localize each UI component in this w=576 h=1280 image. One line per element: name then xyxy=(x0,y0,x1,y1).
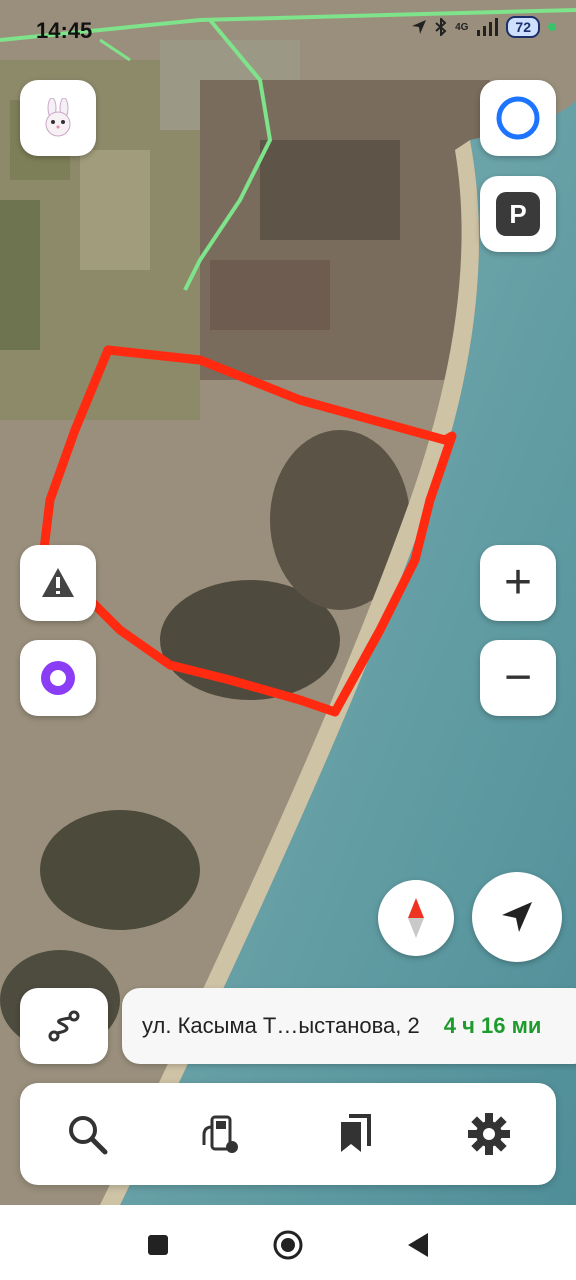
minus-icon: − xyxy=(503,651,533,704)
destination-panel[interactable]: ул. Касыма Т…ыстанова, 2 4 ч 16 ми xyxy=(122,988,576,1064)
road-events-button[interactable] xyxy=(20,545,96,621)
bluetooth-icon xyxy=(435,18,447,36)
assistant-button[interactable] xyxy=(480,80,556,156)
zoom-in-button[interactable]: + xyxy=(480,545,556,621)
battery-indicator: 72 xyxy=(506,16,540,38)
privacy-dot xyxy=(548,23,556,31)
route-button[interactable] xyxy=(20,988,108,1064)
destination-address: ул. Касыма Т…ыстанова, 2 xyxy=(142,1013,420,1038)
status-bar: 14:45 4G 72 xyxy=(0,0,576,62)
settings-icon xyxy=(468,1113,510,1155)
settings-button[interactable] xyxy=(449,1094,529,1174)
home-button[interactable] xyxy=(268,1225,308,1265)
clock: 14:45 xyxy=(36,18,93,43)
zoom-out-button[interactable]: − xyxy=(480,640,556,716)
travel-time: 4 ч 16 ми xyxy=(443,1013,542,1038)
route-icon xyxy=(48,1010,80,1042)
fuel-icon xyxy=(202,1115,238,1153)
square-icon xyxy=(148,1235,168,1255)
signal-icon xyxy=(477,18,499,36)
alice-ring-icon xyxy=(41,661,75,695)
warning-triangle-icon xyxy=(42,568,74,597)
home-circle-icon xyxy=(273,1230,303,1260)
plus-icon: + xyxy=(503,556,533,609)
bookmarks-icon xyxy=(341,1114,371,1152)
alice-button[interactable] xyxy=(20,640,96,716)
system-navigation-bar xyxy=(0,1205,576,1280)
fuel-button[interactable] xyxy=(181,1094,261,1174)
back-triangle-icon xyxy=(408,1233,428,1257)
alice-circle-icon xyxy=(496,96,540,140)
profile-button[interactable] xyxy=(20,80,96,156)
search-button[interactable] xyxy=(47,1094,127,1174)
compass-icon xyxy=(408,898,424,938)
locate-arrow-icon xyxy=(502,902,532,932)
recent-apps-button[interactable] xyxy=(138,1225,178,1265)
rabbit-icon xyxy=(45,98,71,137)
my-location-button[interactable] xyxy=(472,872,562,962)
location-arrow-icon xyxy=(412,20,427,34)
back-button[interactable] xyxy=(398,1225,438,1265)
parking-button[interactable]: P xyxy=(480,176,556,252)
network-label: 4G xyxy=(455,21,469,33)
bookmarks-button[interactable] xyxy=(315,1094,395,1174)
bottom-toolbar xyxy=(20,1083,556,1185)
parking-icon: P xyxy=(496,192,540,236)
compass-button[interactable] xyxy=(378,880,454,956)
search-icon xyxy=(69,1116,108,1155)
